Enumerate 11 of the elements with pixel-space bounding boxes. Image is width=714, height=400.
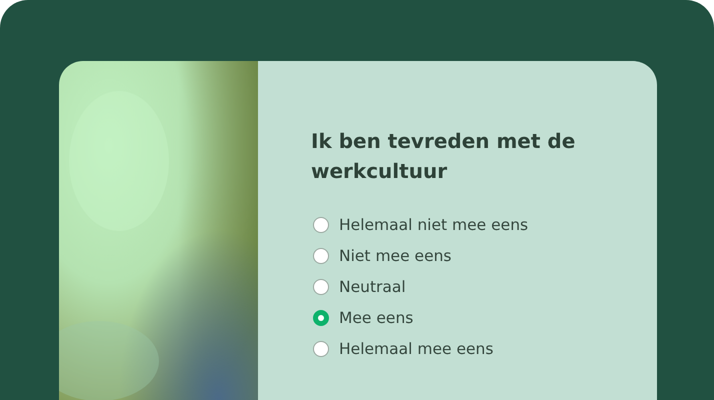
radio-button[interactable]	[313, 279, 329, 295]
radio-option[interactable]: Mee eens	[311, 307, 637, 329]
radio-option[interactable]: Neutraal	[311, 276, 637, 298]
radio-button[interactable]	[313, 310, 329, 326]
radio-button[interactable]	[313, 217, 329, 233]
radio-option[interactable]: Helemaal mee eens	[311, 338, 637, 360]
radio-button[interactable]	[313, 248, 329, 264]
radio-option[interactable]: Helemaal niet mee eens	[311, 214, 637, 236]
radio-button[interactable]	[313, 341, 329, 357]
radio-option[interactable]: Niet mee eens	[311, 245, 637, 267]
survey-question: Ik ben tevreden met de werkcultuur	[311, 128, 576, 185]
